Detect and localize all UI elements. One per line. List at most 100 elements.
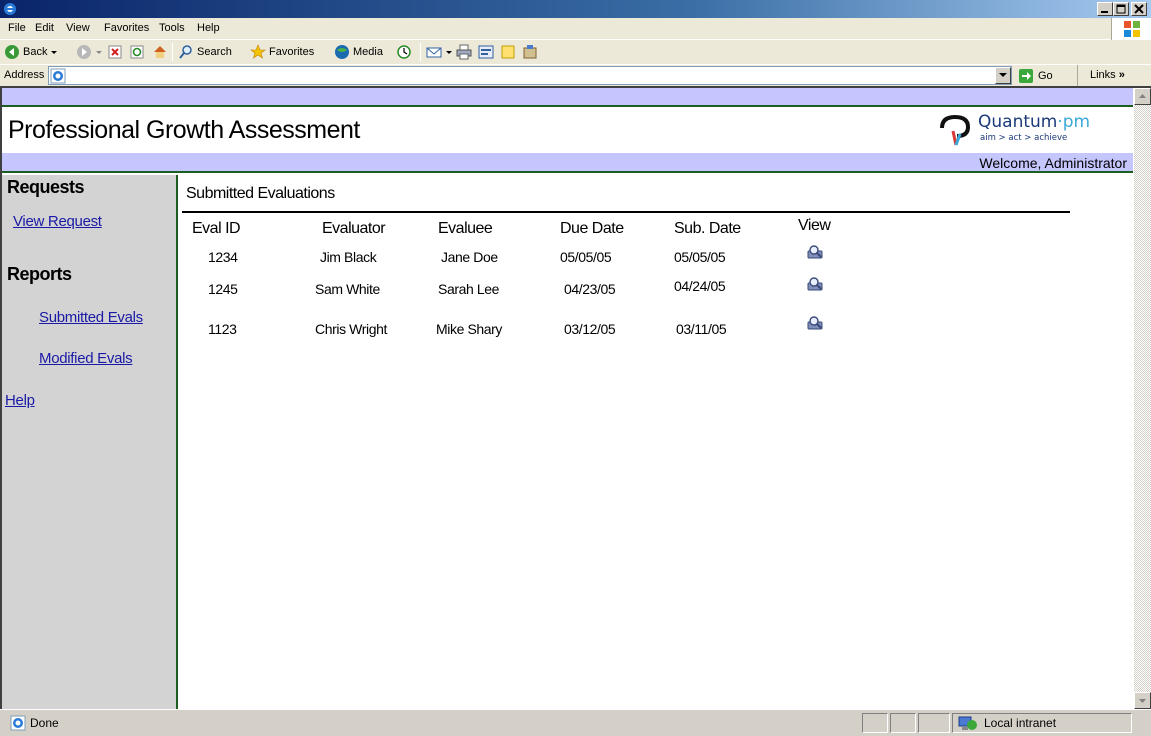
zone-text: Local intranet: [984, 716, 1057, 730]
main-content: Submitted Evaluations Eval ID Evaluator …: [180, 175, 1133, 709]
close-button[interactable]: [1131, 2, 1147, 16]
view-magnifier-icon[interactable]: [806, 315, 826, 331]
header-divider: [182, 211, 1070, 213]
go-button[interactable]: Go: [1018, 68, 1053, 84]
go-arrow-icon: [1019, 69, 1033, 83]
sidebar-link-submitted-evals[interactable]: Submitted Evals: [39, 309, 143, 326]
chevron-down-icon: [96, 51, 102, 54]
menu-help[interactable]: Help: [197, 22, 220, 34]
maximize-icon: [1116, 4, 1126, 14]
menu-edit[interactable]: Edit: [35, 22, 54, 34]
stop-icon: [108, 45, 122, 59]
ie-page-icon: [50, 68, 66, 84]
logo-mark-icon: [940, 114, 971, 146]
toolbar-separator: [420, 43, 421, 61]
mail-button[interactable]: [426, 44, 453, 60]
address-bar: Address Go Links »: [0, 64, 1151, 86]
cell-evaluee: Sarah Lee: [438, 281, 500, 297]
welcome-text: Welcome, Administrator: [979, 155, 1127, 171]
links-label: Links: [1090, 69, 1116, 81]
address-input[interactable]: [69, 67, 989, 84]
print-button[interactable]: [456, 44, 472, 60]
chevron-right-icon: »: [1118, 69, 1125, 81]
back-arrow-icon: [5, 45, 19, 59]
favorites-label: Favorites: [269, 46, 315, 58]
col-header-view: View: [798, 217, 831, 234]
note-icon: [501, 45, 515, 59]
logo-name-quantum: Quantum: [978, 112, 1058, 132]
favorites-button[interactable]: Favorites: [250, 44, 314, 60]
stop-button[interactable]: [108, 44, 122, 60]
col-header-evaluator: Evaluator: [322, 220, 386, 237]
sidebar-link-modified-evals[interactable]: Modified Evals: [39, 350, 133, 367]
cell-sub-date: 04/24/05: [674, 278, 726, 294]
cell-due-date: 03/12/05: [564, 321, 616, 337]
col-header-due-date: Due Date: [560, 220, 624, 237]
back-button[interactable]: Back: [4, 44, 58, 60]
menu-view[interactable]: View: [66, 22, 90, 34]
address-dropdown-button[interactable]: [995, 67, 1011, 84]
maximize-button[interactable]: [1113, 2, 1129, 16]
chevron-down-icon: [999, 73, 1007, 77]
status-panel: [890, 713, 916, 733]
close-icon: [1134, 4, 1144, 14]
cell-evaluator: Jim Black: [320, 249, 377, 265]
page-header: Professional Growth Assessment Quantum·p…: [2, 109, 1133, 153]
address-field[interactable]: [48, 66, 1012, 85]
status-panel: [862, 713, 888, 733]
chevron-up-icon: [1139, 94, 1146, 98]
welcome-strip: Welcome, Administrator: [2, 153, 1133, 173]
chevron-down-icon: [1139, 699, 1146, 703]
mail-icon: [426, 47, 442, 58]
media-label: Media: [353, 46, 383, 58]
logo-wordmark: Quantum·pm: [978, 112, 1090, 132]
search-icon: [179, 45, 192, 59]
edit-button[interactable]: [478, 44, 494, 60]
sidebar-link-view-request[interactable]: View Request: [13, 213, 102, 230]
media-button[interactable]: Media: [334, 44, 383, 60]
logo-tagline: aim > act > achieve: [980, 133, 1068, 143]
refresh-button[interactable]: [130, 44, 144, 60]
menu-file[interactable]: File: [8, 22, 26, 34]
refresh-icon: [130, 45, 144, 59]
browser-viewport: Professional Growth Assessment Quantum·p…: [0, 86, 1151, 709]
col-header-sub-date: Sub. Date: [674, 220, 741, 237]
messenger-button[interactable]: [522, 44, 538, 60]
sidebar-heading-requests: Requests: [7, 177, 85, 197]
forward-button[interactable]: [76, 44, 103, 60]
ie-page-icon: [10, 715, 26, 731]
local-intranet-icon: [958, 716, 977, 730]
window-titlebar[interactable]: [0, 0, 1151, 18]
cell-evaluator: Chris Wright: [315, 321, 387, 337]
sidebar: Requests View Request Reports Submitted …: [2, 175, 178, 709]
view-magnifier-icon[interactable]: [806, 244, 826, 260]
history-button[interactable]: [396, 44, 412, 60]
sidebar-link-help[interactable]: Help: [5, 392, 35, 409]
scroll-up-button[interactable]: [1134, 88, 1151, 105]
links-button[interactable]: Links »: [1077, 65, 1151, 86]
sidebar-heading-reports: Reports: [7, 264, 72, 284]
discuss-button[interactable]: [500, 44, 516, 60]
messenger-icon: [523, 45, 537, 59]
print-icon: [456, 44, 472, 60]
top-color-strip: [2, 88, 1133, 107]
col-header-eval-id: Eval ID: [192, 220, 241, 237]
view-magnifier-icon[interactable]: [806, 276, 826, 292]
ie-icon: [4, 3, 16, 15]
vertical-scrollbar[interactable]: [1134, 88, 1151, 709]
menu-favorites[interactable]: Favorites: [104, 22, 149, 34]
go-label: Go: [1038, 70, 1053, 82]
favorites-star-icon: [250, 44, 266, 59]
scroll-down-button[interactable]: [1134, 692, 1151, 709]
home-icon: [154, 46, 166, 58]
search-button[interactable]: Search: [178, 44, 232, 60]
media-icon: [335, 45, 349, 59]
cell-eval-id: 1123: [208, 321, 237, 337]
history-icon: [397, 45, 411, 59]
home-button[interactable]: [152, 44, 168, 60]
cell-evaluator: Sam White: [315, 281, 380, 297]
cell-evaluee: Mike Shary: [436, 321, 503, 337]
menu-tools[interactable]: Tools: [159, 22, 185, 34]
search-label: Search: [197, 46, 232, 58]
minimize-button[interactable]: [1097, 2, 1113, 16]
